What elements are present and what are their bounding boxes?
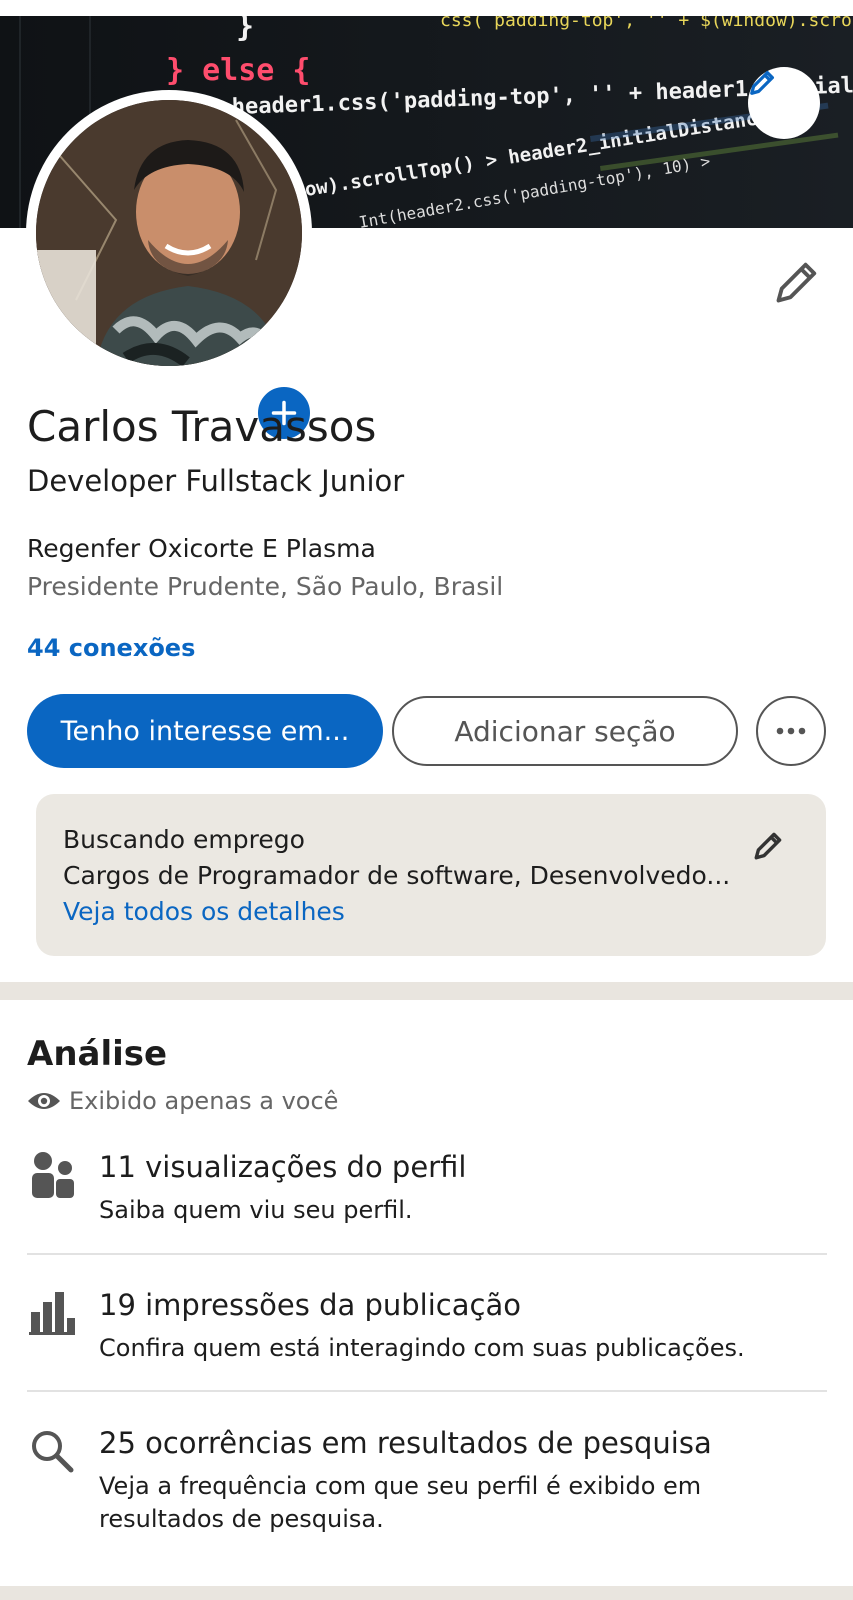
list-separator [27, 1390, 827, 1392]
profile-name: Carlos Travassos [27, 402, 377, 451]
pencil-icon [750, 71, 774, 95]
edit-open-to-work-button[interactable] [752, 828, 786, 862]
connections-link[interactable]: 44 conexões [27, 634, 195, 662]
edit-intro-button[interactable] [772, 255, 824, 307]
add-section-button[interactable]: Adicionar seção [392, 696, 738, 766]
more-actions-button[interactable] [756, 696, 826, 766]
metric-description: Saiba quem viu seu perfil. [99, 1196, 413, 1224]
metric-post-impressions[interactable]: 19 impressões da publicação Confira quem… [27, 1288, 827, 1368]
more-horizontal-icon [776, 727, 806, 735]
people-icon [32, 1152, 74, 1198]
see-all-details-link[interactable]: Veja todos os detalhes [63, 897, 345, 926]
private-label: Exibido apenas a você [69, 1087, 339, 1115]
open-to-work-roles: Cargos de Programador de software, Desen… [63, 861, 731, 890]
code-line-6: css( padding-top', '' + $(window).scroll… [440, 16, 853, 31]
metric-description: Confira quem está interagindo com suas p… [99, 1334, 745, 1362]
profile-company[interactable]: Regenfer Oxicorte E Plasma [27, 534, 376, 563]
avatar[interactable] [36, 100, 302, 366]
pencil-icon [776, 262, 817, 303]
private-indicator: Exibido apenas a você [27, 1085, 338, 1117]
open-to-work-card[interactable]: Buscando emprego Cargos de Programador d… [36, 794, 826, 956]
pencil-icon [754, 832, 782, 860]
bar-chart-icon [29, 1292, 75, 1335]
section-divider [0, 1586, 853, 1600]
avatar-frame [26, 90, 314, 443]
top-strip [0, 0, 853, 16]
edit-cover-button[interactable] [748, 67, 820, 139]
metric-title: 25 ocorrências em resultados de pesquisa [99, 1426, 712, 1460]
profile-photo [36, 100, 302, 366]
analytics-title: Análise [27, 1034, 168, 1074]
metric-description: Veja a frequência com que seu perfil é e… [99, 1472, 702, 1533]
metric-search-appearances[interactable]: 25 ocorrências em resultados de pesquisa… [27, 1426, 827, 1546]
search-icon [32, 1431, 74, 1473]
code-line-2: } else { [166, 53, 311, 88]
profile-headline: Developer Fullstack Junior [27, 464, 405, 498]
open-to-work-title: Buscando emprego [63, 825, 305, 854]
metric-title: 19 impressões da publicação [99, 1288, 521, 1322]
eye-icon [28, 1093, 60, 1109]
metric-title: 11 visualizações do perfil [99, 1150, 467, 1184]
profile-location: Presidente Prudente, São Paulo, Brasil [27, 572, 504, 601]
section-divider [0, 982, 853, 1000]
open-to-button[interactable]: Tenho interesse em... [27, 694, 383, 768]
list-separator [27, 1253, 827, 1255]
code-line-1: } [236, 16, 254, 44]
metric-profile-views[interactable]: 11 visualizações do perfil Saiba quem vi… [27, 1150, 827, 1230]
